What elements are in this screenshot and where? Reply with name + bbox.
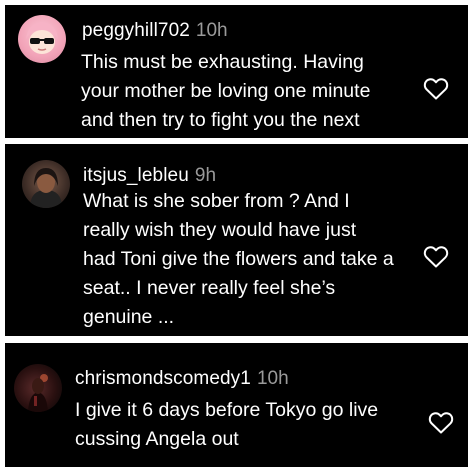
like-button[interactable] xyxy=(423,245,449,269)
username[interactable]: itsjus_lebleu xyxy=(83,165,189,187)
comment-line: I give it 6 days before Tokyo go live xyxy=(75,399,379,421)
user-avatar[interactable] xyxy=(22,160,70,208)
heart-outline-icon xyxy=(423,246,449,268)
comment-line: and then try to fight you the next xyxy=(81,109,360,131)
user-avatar[interactable] xyxy=(18,15,66,63)
profile-photo-icon xyxy=(28,374,48,412)
comment-header: itsjus_lebleu 9h xyxy=(83,165,216,187)
comment-line: genuine ... xyxy=(83,306,175,328)
comment-text: This must be exhausting. Having your mot… xyxy=(81,48,370,135)
comment-line: This must be exhausting. Having xyxy=(81,51,364,73)
comment-line: really wish they would have just xyxy=(83,219,357,241)
user-avatar[interactable] xyxy=(14,364,62,412)
comment-line: had Toni give the flowers and take a xyxy=(83,248,394,270)
comment-line: cussing Angela out xyxy=(75,428,239,450)
cartoon-avatar-icon xyxy=(26,22,58,54)
comment-header: peggyhill702 10h xyxy=(82,20,228,42)
username[interactable]: peggyhill702 xyxy=(82,20,190,42)
username[interactable]: chrismondscomedy1 xyxy=(75,368,251,390)
comment-card: peggyhill702 10h This must be exhausting… xyxy=(5,5,468,138)
timestamp: 9h xyxy=(194,165,217,186)
comment-card: itsjus_lebleu 9h What is she sober from … xyxy=(5,144,468,336)
profile-photo-icon xyxy=(30,168,62,208)
comment-card: chrismondscomedy1 10h I give it 6 days b… xyxy=(5,343,468,467)
comment-text: I give it 6 days before Tokyo go live cu… xyxy=(75,396,378,454)
timestamp: 10h xyxy=(195,20,228,41)
like-button[interactable] xyxy=(423,77,449,101)
comment-line: your mother be loving one minute xyxy=(81,80,371,102)
comment-header: chrismondscomedy1 10h xyxy=(75,368,289,390)
heart-outline-icon xyxy=(423,78,449,100)
timestamp: 10h xyxy=(256,368,289,389)
comment-line: seat.. I never really feel she’s xyxy=(83,277,336,299)
like-button[interactable] xyxy=(428,411,454,435)
comment-text: What is she sober from ? And I really wi… xyxy=(83,187,394,332)
comment-line: What is she sober from ? And I xyxy=(83,190,350,212)
heart-outline-icon xyxy=(428,412,454,434)
